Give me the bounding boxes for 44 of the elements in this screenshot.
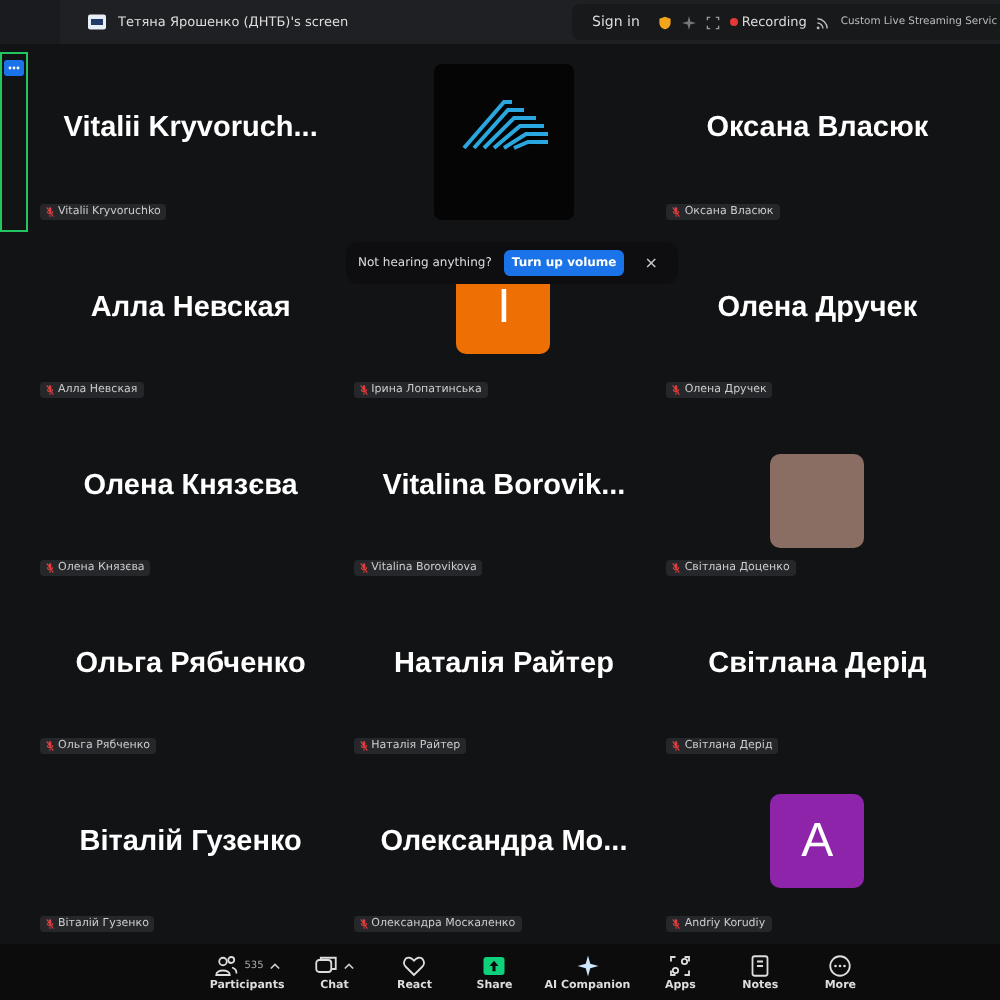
muted-mic-icon (359, 384, 368, 396)
apps-icon[interactable] (668, 954, 693, 978)
muted-mic-icon (46, 562, 54, 574)
participant-name: Алла Невская (90, 291, 291, 323)
broadcast-icon (816, 15, 831, 29)
participant-name: Наталія Райтер (394, 647, 614, 679)
chat-icon[interactable] (314, 954, 339, 978)
muted-mic-icon (672, 562, 681, 574)
fullscreen-icon[interactable] (705, 15, 720, 29)
participant-name: Оксана Власюк (706, 112, 929, 144)
muted-mic-icon (359, 740, 368, 752)
photo-placeholder (770, 454, 865, 548)
muted-mic-icon (46, 918, 54, 930)
participant-name: Олена Князєва (83, 469, 298, 501)
shield-icon[interactable] (657, 15, 672, 29)
muted-mic-icon (672, 918, 681, 930)
muted-mic-icon (46, 206, 54, 218)
muted-mic-icon (672, 206, 681, 218)
caret-icon[interactable] (269, 962, 280, 970)
people-icon[interactable] (214, 954, 239, 978)
sparkle-icon[interactable] (575, 954, 600, 978)
muted-mic-icon (46, 384, 54, 396)
muted-mic-icon (672, 384, 681, 396)
muted-mic-icon (359, 562, 368, 574)
participant-name: Vitalina Borovik... (382, 469, 626, 501)
more-icon[interactable] (828, 954, 853, 978)
muted-mic-icon (359, 918, 368, 930)
participant-name: Vitalii Kryvoruch... (63, 112, 318, 144)
caret-icon[interactable] (344, 962, 355, 970)
screen-share-icon (88, 14, 106, 30)
muted-mic-icon (46, 740, 54, 752)
more-options-icon[interactable] (4, 60, 24, 76)
avatar: A (770, 794, 865, 888)
share-icon[interactable] (482, 954, 507, 978)
participant-name: Світлана Дерід (708, 647, 927, 679)
close-button[interactable]: × (636, 254, 666, 272)
participant-name: Олександра Мо... (380, 825, 628, 857)
participant-name: Олена Дручек (717, 291, 918, 323)
notes-icon[interactable] (748, 954, 773, 978)
heart-icon[interactable] (402, 954, 427, 978)
logo-icon (459, 98, 548, 150)
participant-name: Ольга Рябченко (75, 647, 306, 679)
muted-mic-icon (672, 740, 681, 752)
participant-name: Віталій Гузенко (79, 825, 302, 857)
